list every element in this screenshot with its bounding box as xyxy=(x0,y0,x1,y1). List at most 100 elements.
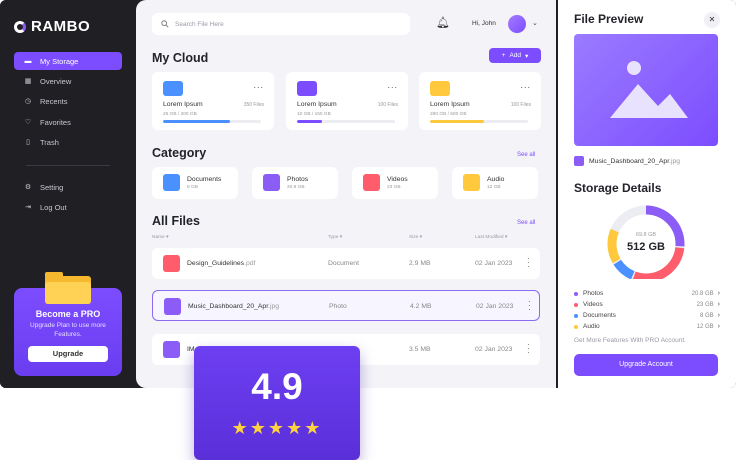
storage-details-title: Storage Details xyxy=(574,181,662,195)
sidebar-item-label: Recents xyxy=(40,97,68,107)
chevron-right-icon: › xyxy=(717,312,720,319)
main-content: Search File Here 🔔︎ Hi, John ⌄ My Cloud … xyxy=(136,0,556,388)
avatar[interactable] xyxy=(508,15,526,33)
sidebar-item-label: Overview xyxy=(40,76,72,86)
category-see-all-link[interactable]: See all xyxy=(517,152,535,158)
chevron-right-icon: › xyxy=(717,323,720,330)
sidebar-divider xyxy=(26,165,110,166)
image-placeholder-icon xyxy=(610,61,688,118)
image-file-icon xyxy=(574,156,584,166)
cloud-card-name: Lorem Ipsum xyxy=(430,101,470,108)
column-header-type[interactable]: Type ▾ xyxy=(328,235,342,240)
sidebar-item-label: Trash xyxy=(40,138,59,148)
storage-legend: Photos 20.8 GB › Videos 23 GB › Document… xyxy=(574,288,720,332)
more-icon[interactable]: ... xyxy=(520,81,531,90)
gear-icon: ⚙ xyxy=(24,183,32,191)
folder-illustration-icon xyxy=(45,272,91,304)
cloud-card-usage: 25 GB / 200 GB xyxy=(163,112,197,117)
cloud-card[interactable]: ... Lorem Ipsum 100 Files 280 GB / 500 G… xyxy=(419,72,541,130)
category-card-photos[interactable]: Photos 20.8 GB xyxy=(252,167,338,199)
file-date: 02 Jan 2023 xyxy=(475,260,513,267)
search-placeholder: Search File Here xyxy=(175,20,224,28)
cloud-card-progress xyxy=(297,120,395,123)
sidebar-item-setting[interactable]: ⚙ Setting xyxy=(14,178,122,196)
category-card-videos[interactable]: Videos 23 GB xyxy=(352,167,438,199)
category-size: 20.8 GB xyxy=(287,185,305,190)
chevron-right-icon: › xyxy=(717,290,720,297)
storage-item-name: Videos xyxy=(583,301,603,308)
storage-item-audio[interactable]: Audio 12 GB › xyxy=(574,321,720,332)
notification-bell-icon[interactable]: 🔔︎ xyxy=(436,16,450,30)
sidebar-item-logout[interactable]: ⇥ Log Out xyxy=(14,198,122,216)
sidebar-item-my-storage[interactable]: ▬ My Storage xyxy=(14,52,122,70)
sidebar-nav: ▬ My Storage ▦ Overview ◷ Recents ♡ Favo… xyxy=(14,52,122,154)
app-name: RAMBO xyxy=(31,18,91,35)
add-button[interactable]: + Add ▾ xyxy=(489,48,541,63)
storage-item-videos[interactable]: Videos 23 GB › xyxy=(574,299,720,310)
document-icon xyxy=(163,174,180,191)
cloud-card[interactable]: ... Lorem Ipsum 100 Files 10 GB / 150 GB xyxy=(286,72,408,130)
all-files-title: All Files xyxy=(152,214,200,228)
category-name: Audio xyxy=(487,176,505,183)
column-header-label: Size xyxy=(409,235,419,240)
storage-donut-chart: 69.8 GB 512 GB xyxy=(596,199,696,283)
add-label: Add xyxy=(509,52,522,59)
file-type: Document xyxy=(328,260,359,267)
all-files-see-all-link[interactable]: See all xyxy=(517,220,535,226)
plus-icon: + xyxy=(501,52,506,59)
upgrade-account-button[interactable]: Upgrade Account xyxy=(574,354,718,376)
close-icon[interactable]: ✕ xyxy=(704,12,720,28)
pdf-file-icon xyxy=(163,255,180,272)
cloud-card-usage: 280 GB / 500 GB xyxy=(430,112,467,117)
more-vertical-icon[interactable]: · · · xyxy=(528,298,531,314)
more-icon[interactable]: ... xyxy=(253,81,264,90)
sidebar-item-trash[interactable]: ▯ Trash xyxy=(14,134,122,152)
storage-item-photos[interactable]: Photos 20.8 GB › xyxy=(574,288,720,299)
category-card-audio[interactable]: Audio 12 GB xyxy=(452,167,538,199)
user-greeting: Hi, John xyxy=(472,20,496,27)
search-input[interactable]: Search File Here xyxy=(152,13,410,35)
app-window: RAMBO ▬ My Storage ▦ Overview ◷ Recents … xyxy=(0,0,736,388)
storage-item-documents[interactable]: Documents 8 GB › xyxy=(574,310,720,321)
file-name: Music_Dashboard_20_Apr.jpg xyxy=(188,303,280,310)
storage-item-name: Photos xyxy=(583,290,604,297)
column-header-last-modified[interactable]: Last Modified ▾ xyxy=(475,235,507,240)
logout-icon: ⇥ xyxy=(25,203,31,211)
chevron-down-icon[interactable]: ⌄ xyxy=(532,19,538,27)
column-header-name[interactable]: Name ▾ xyxy=(152,235,169,240)
file-date: 02 Jan 2023 xyxy=(476,303,514,310)
category-size: 8 GB xyxy=(187,185,198,190)
table-row[interactable]: Music_Dashboard_20_Apr.jpg Photo 4.2 MB … xyxy=(152,290,540,321)
cloud-folder-icon xyxy=(297,81,317,96)
logo-icon xyxy=(14,20,26,33)
legend-dot xyxy=(574,291,578,296)
category-card-documents[interactable]: Documents 8 GB xyxy=(152,167,238,199)
column-header-size[interactable]: Size ▾ xyxy=(409,235,422,240)
cloud-card-name: Lorem Ipsum xyxy=(297,101,337,108)
table-row[interactable]: Design_Guidelines.pdf Document 2.9 MB 02… xyxy=(152,248,540,279)
storage-item-name: Audio xyxy=(583,323,600,330)
chevron-down-icon: ▾ xyxy=(525,52,529,60)
category-name: Videos xyxy=(387,176,408,183)
sidebar-item-overview[interactable]: ▦ Overview xyxy=(14,72,122,90)
sidebar-item-label: Favorites xyxy=(40,117,71,127)
category-size: 12 GB xyxy=(487,185,501,190)
cloud-card-files: 100 Files xyxy=(510,102,531,108)
progress-fill xyxy=(163,120,230,123)
file-type: Photo xyxy=(329,303,347,310)
grid-icon: ▦ xyxy=(24,77,32,85)
cloud-card-usage: 10 GB / 150 GB xyxy=(297,112,331,117)
more-vertical-icon[interactable]: · · · xyxy=(527,341,530,357)
cloud-folder-icon xyxy=(163,81,183,96)
cloud-card-files: 100 Files xyxy=(377,102,398,108)
pro-title: Become a PRO xyxy=(35,309,101,319)
sidebar-item-favorites[interactable]: ♡ Favorites xyxy=(14,113,122,131)
category-size: 23 GB xyxy=(387,185,401,190)
upgrade-button[interactable]: Upgrade xyxy=(28,346,108,362)
sidebar-item-recents[interactable]: ◷ Recents xyxy=(14,93,122,111)
trash-icon: ▯ xyxy=(26,139,30,147)
panel-title: File Preview xyxy=(574,12,644,26)
more-icon[interactable]: ... xyxy=(387,81,398,90)
more-vertical-icon[interactable]: · · · xyxy=(527,255,530,271)
cloud-card[interactable]: ... Lorem Ipsum 350 Files 25 GB / 200 GB xyxy=(152,72,274,130)
